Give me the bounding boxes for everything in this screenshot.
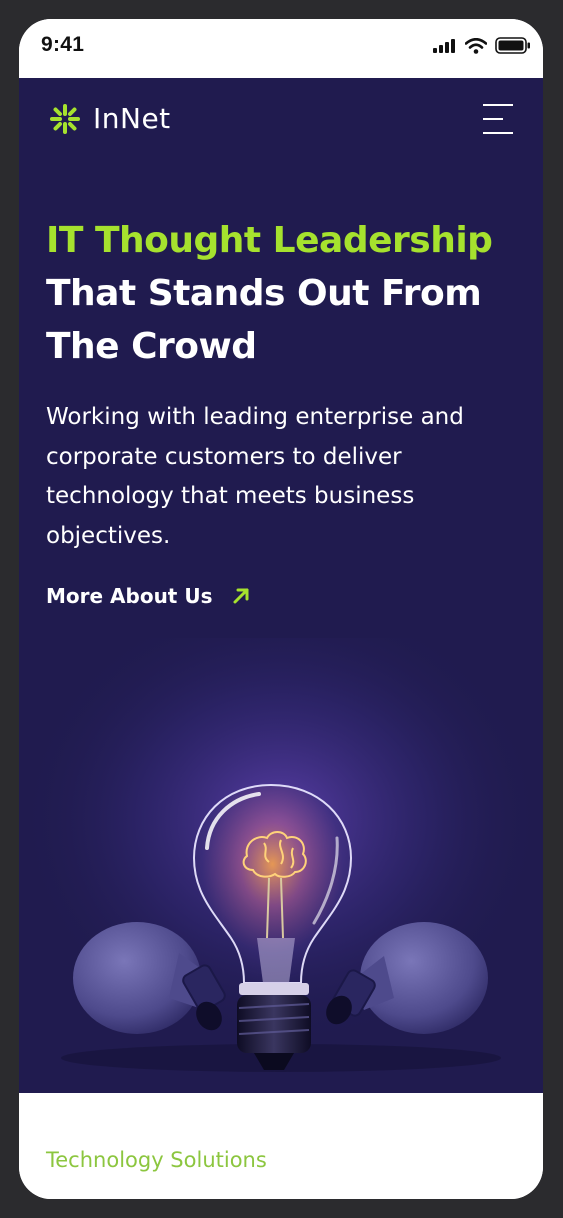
logo[interactable]: InNet [49, 102, 171, 135]
more-about-us-link[interactable]: More About Us [46, 584, 250, 608]
signal-icon [433, 38, 455, 53]
logo-text: InNet [93, 102, 171, 135]
hero-section: InNet IT Thought Leadership That Stands … [19, 78, 543, 1093]
menu-line-top [483, 104, 513, 106]
lightbulb-brain-illustration [19, 638, 543, 1093]
section-label: Technology Solutions [46, 1148, 267, 1172]
headline-accent: IT Thought Leadership [46, 220, 493, 261]
technology-solutions-section: Technology Solutions [19, 1093, 543, 1199]
wifi-icon [465, 37, 487, 54]
status-bar: 9:41 [19, 19, 543, 78]
menu-line-middle [483, 118, 503, 120]
menu-line-bottom [483, 132, 513, 134]
arrow-up-right-icon [233, 588, 249, 604]
hero-subtext: Working with leading enterprise and corp… [46, 404, 464, 549]
battery-icon [495, 37, 530, 54]
burst-logo-icon [50, 103, 80, 134]
more-about-us-label: More About Us [46, 584, 213, 608]
status-time: 9:41 [41, 33, 85, 56]
hamburger-menu-icon[interactable] [479, 102, 515, 136]
status-icons [433, 37, 531, 54]
phone-frame: 9:41 InNet IT Thought Leadership That St… [19, 19, 543, 1199]
hero-headline: IT Thought Leadership That Stands Out Fr… [46, 214, 526, 373]
headline-rest: That Stands Out From The Crowd [46, 273, 482, 367]
